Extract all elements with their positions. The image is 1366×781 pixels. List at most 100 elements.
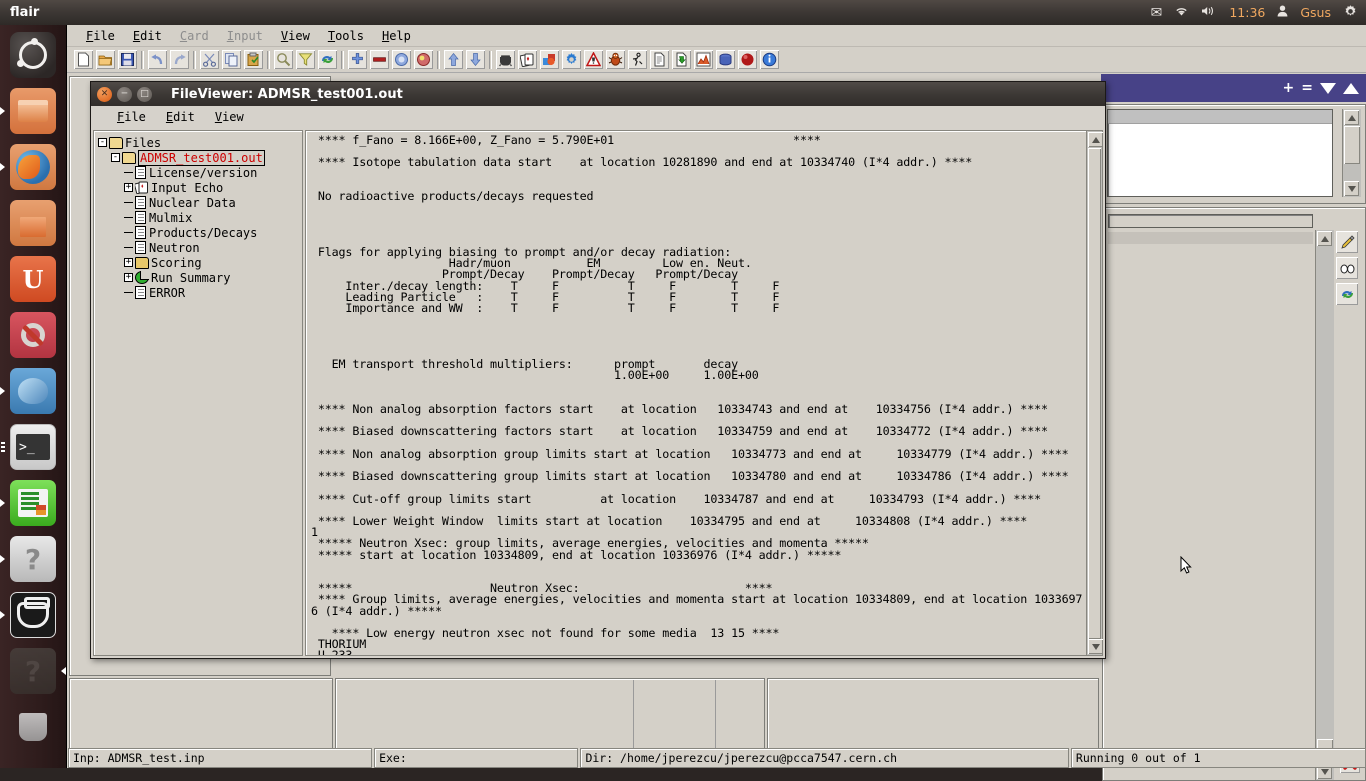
add-card-button[interactable] [347, 49, 368, 70]
menu-file[interactable]: File [77, 27, 124, 45]
launcher-item-trash[interactable] [0, 699, 66, 755]
plot-add-button[interactable]: + [1283, 80, 1295, 96]
close-icon[interactable]: ✕ [97, 86, 112, 102]
fluka-pot-button[interactable] [495, 49, 516, 70]
volume-icon[interactable] [1201, 5, 1217, 20]
tree-item-admsr-test001-out[interactable]: - ADMSR_test001.out [98, 149, 302, 166]
plot-button[interactable] [693, 49, 714, 70]
fileviewer-titlebar[interactable]: ✕ ─ □ FileViewer: ADMSR_test001.out [91, 82, 1105, 106]
edit-pencil-button[interactable] [1335, 230, 1359, 254]
launcher-item-help[interactable]: ? [0, 531, 66, 587]
redo-button[interactable] [169, 49, 190, 70]
clone-card-button[interactable] [391, 49, 412, 70]
triangle-down-icon[interactable] [1320, 82, 1336, 94]
debug-button[interactable] [605, 49, 626, 70]
launcher-item-firefox[interactable] [0, 139, 66, 195]
menu-edit[interactable]: Edit [124, 27, 171, 45]
run-button[interactable] [561, 49, 582, 70]
remove-card-button[interactable] [369, 49, 390, 70]
launcher-item-software-center[interactable] [0, 195, 66, 251]
about-button[interactable] [759, 49, 780, 70]
new-file-button[interactable] [73, 49, 94, 70]
flair-right-list[interactable] [1107, 109, 1333, 197]
comment-card-button[interactable] [413, 49, 434, 70]
minimize-icon[interactable]: ─ [117, 86, 132, 102]
database-button[interactable] [715, 49, 736, 70]
fileviewer-text[interactable]: **** f_Fano = 8.166E+00, Z_Fano = 5.790E… [305, 130, 1086, 656]
refresh-button-side[interactable] [1335, 282, 1359, 306]
tree-expander-collapse[interactable]: - [98, 138, 107, 147]
scroll-down-button[interactable] [1344, 181, 1359, 196]
refresh-button[interactable] [317, 49, 338, 70]
filter-button[interactable] [295, 49, 316, 70]
triangle-up-icon[interactable] [1343, 82, 1359, 94]
paste-button[interactable] [243, 49, 264, 70]
wifi-icon[interactable] [1174, 5, 1189, 20]
tree-expander-expand[interactable]: + [124, 273, 133, 282]
tree-item-input-echo[interactable]: + Input Echo [98, 180, 302, 195]
tree-item-nuclear-data[interactable]: Nuclear Data [98, 195, 302, 210]
menu-edit[interactable]: Edit [156, 108, 205, 126]
launcher-item-libreoffice-calc[interactable] [0, 475, 66, 531]
search-button[interactable] [273, 49, 294, 70]
right-list-scrollbar[interactable] [1342, 109, 1361, 197]
tree-item-mulmix[interactable]: Mulmix [98, 210, 302, 225]
tree-item-license-version[interactable]: License/version [98, 165, 302, 180]
copy-button[interactable] [221, 49, 242, 70]
tree-item-products-decays[interactable]: Products/Decays [98, 225, 302, 240]
view-glasses-button[interactable] [1335, 256, 1359, 280]
menu-view[interactable]: View [272, 27, 319, 45]
launcher-item-thunderbird[interactable] [0, 363, 66, 419]
tree-item-files[interactable]: - Files [98, 135, 302, 150]
data-merge-button[interactable] [671, 49, 692, 70]
maximize-icon[interactable]: □ [137, 86, 152, 102]
fileviewer-scrollbar[interactable] [1086, 130, 1103, 656]
tree-expander-collapse[interactable]: - [111, 153, 120, 162]
launcher-item-unknown-app[interactable]: ? [0, 643, 66, 699]
tree-expander-expand[interactable]: + [124, 258, 133, 267]
launcher-item-files[interactable] [0, 83, 66, 139]
launcher-item-terminal[interactable]: >_ [0, 419, 66, 475]
tree-expander-expand[interactable]: + [124, 183, 133, 192]
save-file-button[interactable] [117, 49, 138, 70]
launcher-item-ubuntu-dash[interactable] [0, 27, 66, 83]
tree-item-error[interactable]: ERROR [98, 285, 302, 300]
compile-button[interactable] [627, 49, 648, 70]
scrollbar-thumb[interactable] [1344, 126, 1360, 164]
move-down-button[interactable] [465, 49, 486, 70]
tree-item-neutron[interactable]: Neutron [98, 240, 302, 255]
gear-icon[interactable] [1343, 4, 1358, 22]
launcher-item-system-settings[interactable] [0, 307, 66, 363]
flair-right-field[interactable] [1108, 214, 1313, 228]
flair-right-sub-list[interactable] [1108, 232, 1313, 244]
tree-item-scoring[interactable]: + Scoring [98, 255, 302, 270]
output-files-button[interactable] [649, 49, 670, 70]
envelope-icon[interactable]: ✉ [1151, 6, 1163, 20]
fileviewer-file-tree[interactable]: - Files - ADMSR_test001.out License/version +… [93, 130, 303, 656]
undo-button[interactable] [147, 49, 168, 70]
plot-equals-button[interactable]: = [1301, 80, 1313, 96]
launcher-item-flair[interactable] [0, 587, 66, 643]
geometry-button[interactable] [539, 49, 560, 70]
scroll-up-button[interactable] [1344, 110, 1359, 125]
tree-item-run-summary[interactable]: + Run Summary [98, 270, 302, 285]
user-avatar-icon[interactable] [1277, 5, 1288, 20]
input-cards-button[interactable] [517, 49, 538, 70]
menu-help[interactable]: Help [373, 27, 420, 45]
scroll-up-button-2[interactable] [1317, 231, 1332, 246]
user-name[interactable]: Gsus [1300, 5, 1331, 20]
calculator-button[interactable] [737, 49, 758, 70]
warnings-button[interactable] [583, 49, 604, 70]
fv-scroll-up-button[interactable] [1088, 132, 1103, 147]
fv-scrollbar-thumb[interactable] [1088, 148, 1101, 639]
fv-scroll-down-button[interactable] [1088, 639, 1103, 654]
move-up-button[interactable] [443, 49, 464, 70]
menu-view[interactable]: View [205, 108, 254, 126]
cut-button[interactable] [199, 49, 220, 70]
clock[interactable]: 11:36 [1229, 5, 1265, 20]
right-bottom-scrollbar[interactable] [1315, 230, 1334, 780]
menu-file[interactable]: File [107, 108, 156, 126]
open-file-button[interactable] [95, 49, 116, 70]
menu-tools[interactable]: Tools [319, 27, 373, 45]
launcher-item-ubuntu-one[interactable]: U [0, 251, 66, 307]
